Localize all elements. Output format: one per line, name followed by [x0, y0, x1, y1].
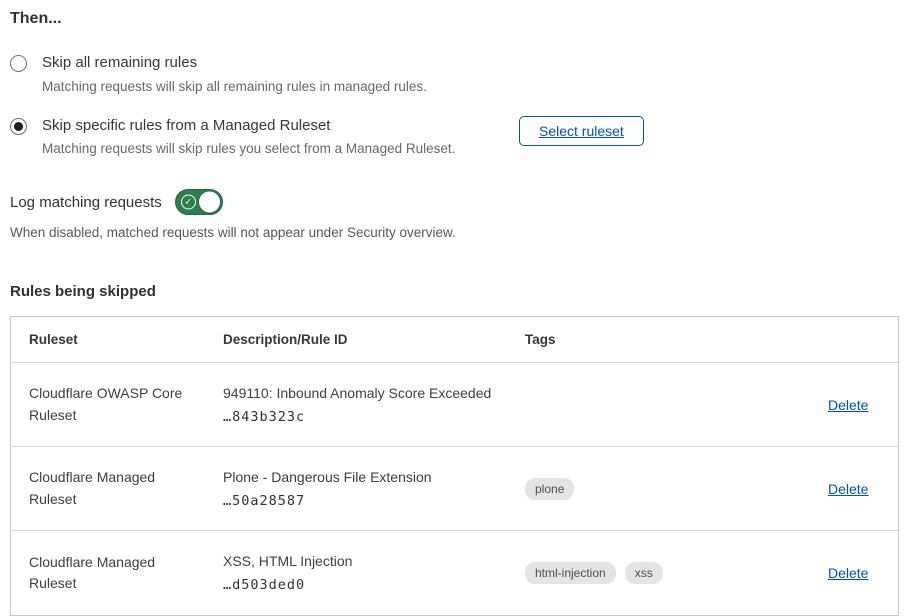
- radio-skip-specific[interactable]: [10, 118, 27, 135]
- rule-description: Plone - Dangerous File Extension: [223, 469, 497, 485]
- waf-rule-then-panel: Then... Skip all remaining rules Matchin…: [10, 10, 899, 616]
- tag-pill: plone: [525, 478, 574, 500]
- table-header-row: Ruleset Description/Rule ID Tags: [11, 317, 898, 363]
- toggle-knob: [199, 192, 220, 213]
- column-header-description: Description/Rule ID: [205, 317, 507, 362]
- ruleset-cell: Cloudflare Managed Ruleset: [11, 540, 201, 607]
- column-header-tags: Tags: [507, 317, 810, 362]
- table-row: Cloudflare Managed Ruleset XSS, HTML Inj…: [11, 531, 898, 615]
- log-matching-toggle[interactable]: ✓: [175, 189, 223, 215]
- description-cell: XSS, HTML Injection …d503ded0: [205, 541, 507, 605]
- log-matching-description: When disabled, matched requests will not…: [10, 225, 899, 240]
- tags-cell: plone: [507, 466, 810, 512]
- select-ruleset-button[interactable]: Select ruleset: [519, 116, 644, 146]
- radio-skip-all-description: Matching requests will skip all remainin…: [42, 78, 427, 97]
- rule-description: 949110: Inbound Anomaly Score Exceeded: [223, 385, 497, 401]
- rule-id: …843b323c: [223, 409, 497, 425]
- radio-skip-all[interactable]: [10, 55, 27, 72]
- table-row: Cloudflare OWASP Core Ruleset 949110: In…: [11, 363, 898, 447]
- check-icon: ✓: [181, 195, 196, 210]
- ruleset-cell: Cloudflare OWASP Core Ruleset: [11, 371, 201, 438]
- table-body: Cloudflare OWASP Core Ruleset 949110: In…: [11, 363, 898, 615]
- delete-link[interactable]: Delete: [828, 481, 868, 497]
- skipped-rules-table: Ruleset Description/Rule ID Tags Cloudfl…: [10, 316, 899, 616]
- tag-pill: html-injection: [525, 562, 616, 584]
- ruleset-cell: Cloudflare Managed Ruleset: [11, 455, 201, 522]
- rule-id: …50a28587: [223, 493, 497, 509]
- radio-option-skip-specific: Skip specific rules from a Managed Rules…: [10, 115, 899, 160]
- actions-cell: Delete: [810, 385, 899, 425]
- radio-option-skip-all: Skip all remaining rules Matching reques…: [10, 52, 899, 97]
- delete-link[interactable]: Delete: [828, 397, 868, 413]
- tag-pill: xss: [625, 562, 663, 584]
- radio-skip-specific-description: Matching requests will skip rules you se…: [42, 140, 519, 159]
- radio-skip-specific-label: Skip specific rules from a Managed Rules…: [42, 115, 519, 137]
- column-header-actions: [810, 317, 898, 362]
- actions-cell: Delete: [810, 469, 899, 509]
- rule-description: XSS, HTML Injection: [223, 553, 497, 569]
- rule-id: …d503ded0: [223, 577, 497, 593]
- log-matching-label: Log matching requests: [10, 194, 162, 211]
- then-heading: Then...: [10, 10, 899, 28]
- description-cell: Plone - Dangerous File Extension …50a285…: [205, 457, 507, 521]
- description-cell: 949110: Inbound Anomaly Score Exceeded ……: [205, 373, 507, 437]
- radio-skip-all-label: Skip all remaining rules: [42, 52, 427, 74]
- delete-link[interactable]: Delete: [828, 565, 868, 581]
- log-matching-row: Log matching requests ✓: [10, 189, 899, 215]
- table-row: Cloudflare Managed Ruleset Plone - Dange…: [11, 447, 898, 531]
- tags-cell: [507, 393, 810, 417]
- tags-cell: html-injection xss: [507, 550, 810, 596]
- skipped-rules-heading: Rules being skipped: [10, 283, 899, 300]
- column-header-ruleset: Ruleset: [11, 317, 205, 362]
- actions-cell: Delete: [810, 553, 899, 593]
